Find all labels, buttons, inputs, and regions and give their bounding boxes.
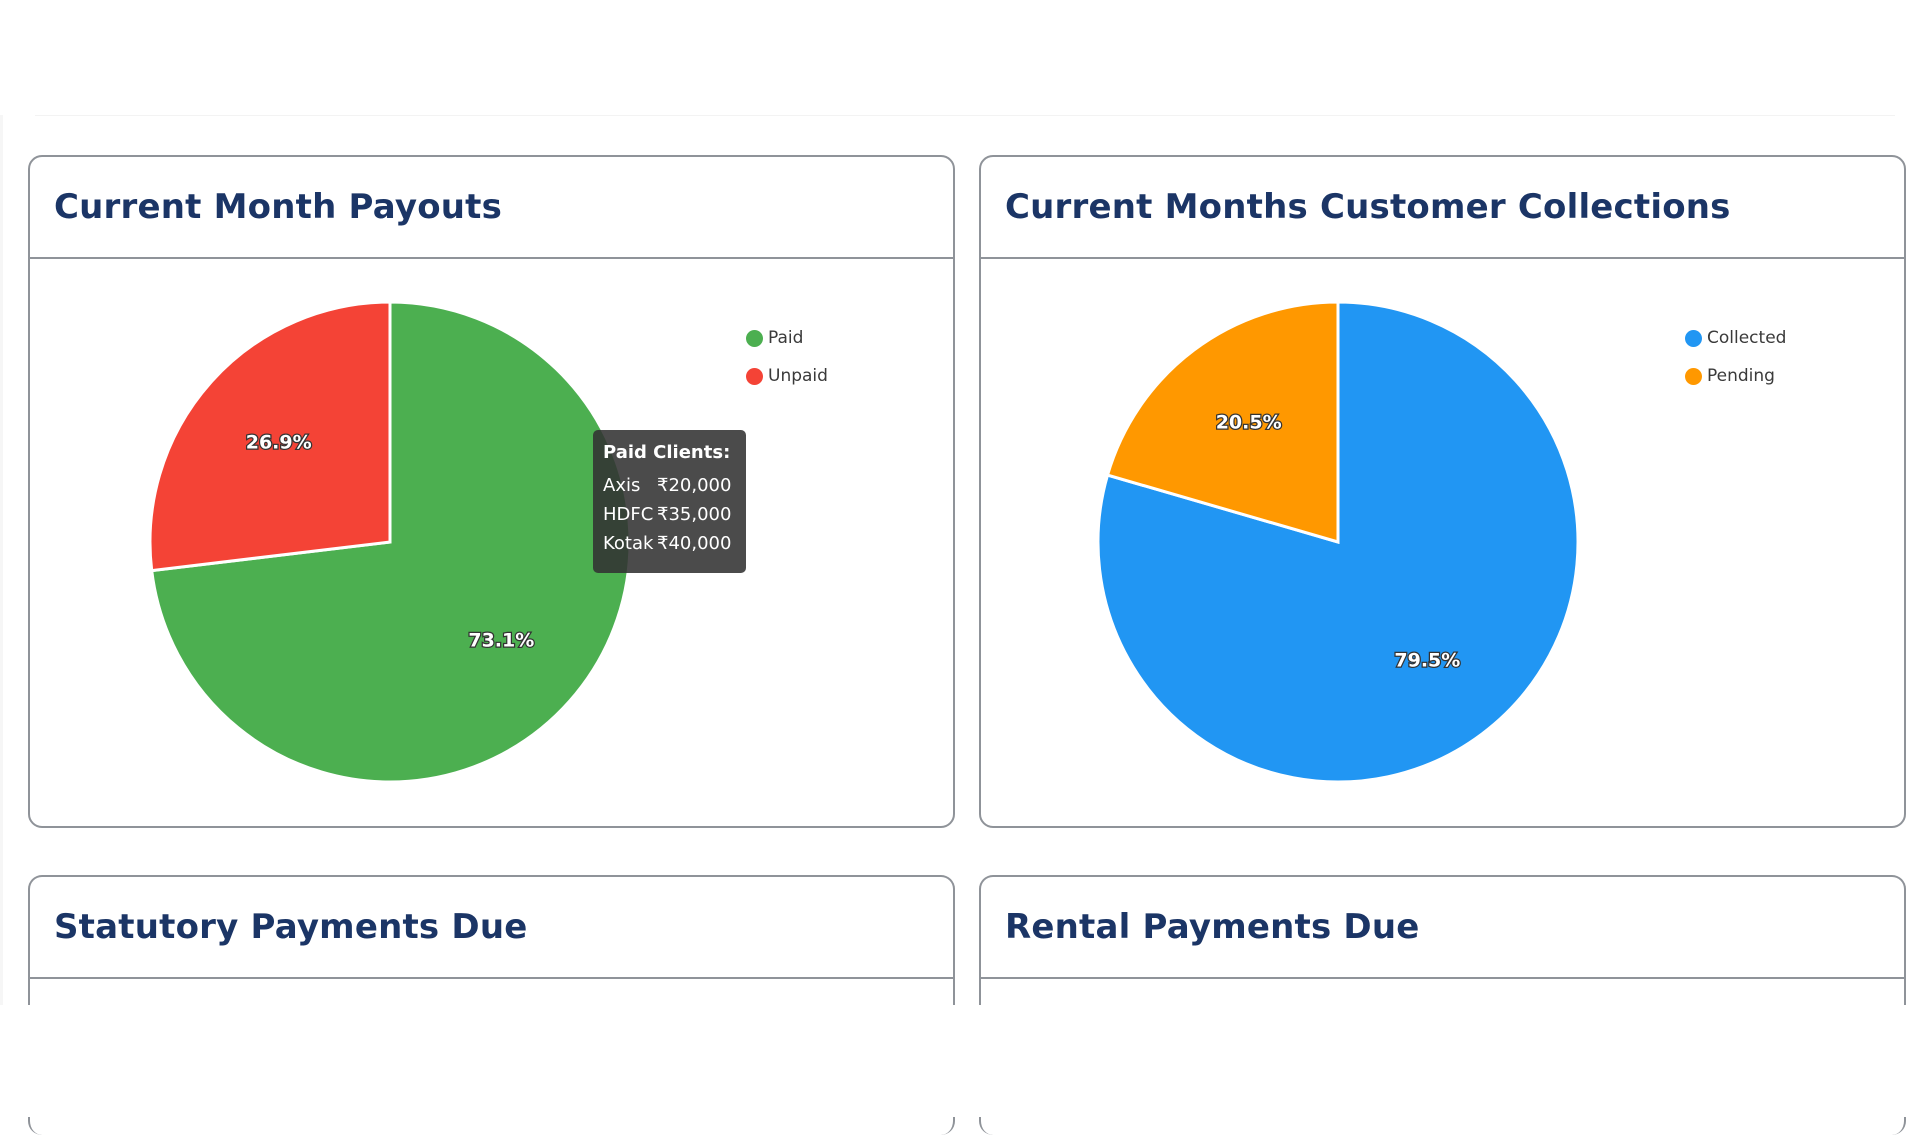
collections-chart-area: 79.5% 20.5% Collected Pending [981,259,1904,826]
pie-slice-label-pending: 20.5% [1216,412,1282,434]
pie-slice-label-unpaid: 26.9% [246,432,312,454]
paid-clients-tooltip: Paid Clients: Axis ₹20,000 HDFC ₹35,000 … [593,430,746,573]
pie-slice-label-collected: 79.5% [1394,649,1460,671]
payouts-card: Current Month Payouts 73.1% 26.9% Paid Unp… [28,155,955,828]
collections-card: Current Months Customer Collections 79.5… [979,155,1906,828]
page-bottom-whitespace [0,1005,1920,1117]
tooltip-row: Axis ₹20,000 [603,471,736,500]
tooltip-row: HDFC ₹35,000 [603,500,736,529]
top-divider [35,115,1895,116]
payouts-card-title: Current Month Payouts [54,187,503,227]
payouts-legend: Paid Unpaid [746,319,828,395]
legend-item-paid[interactable]: Paid [746,319,828,357]
legend-color-dot [1685,329,1702,347]
tooltip-client-name: Axis [603,475,641,496]
legend-label: Paid [768,328,804,348]
tooltip-client-value: ₹35,000 [657,504,732,525]
legend-label: Collected [1707,328,1787,348]
payouts-chart-area: 73.1% 26.9% Paid Unpaid Paid Clients: Axis… [30,259,953,826]
legend-color-dot [746,367,763,385]
pie-slice-label-paid: 73.1% [468,629,534,651]
left-edge [0,115,3,1005]
rental-card-title: Rental Payments Due [1005,907,1420,947]
legend-item-pending[interactable]: Pending [1685,357,1786,395]
legend-color-dot [1685,367,1702,385]
legend-label: Unpaid [768,366,828,386]
legend-item-collected[interactable]: Collected [1685,319,1786,357]
tooltip-row: Kotak ₹40,000 [603,529,736,558]
tooltip-client-name: HDFC [603,504,654,525]
collections-card-title: Current Months Customer Collections [1005,187,1731,227]
statutory-card-header: Statutory Payments Due [30,877,953,979]
rental-card-header: Rental Payments Due [981,877,1904,979]
legend-color-dot [746,329,763,347]
collections-card-header: Current Months Customer Collections [981,157,1904,259]
tooltip-title: Paid Clients: [603,442,731,463]
legend-label: Pending [1707,366,1775,386]
payouts-card-header: Current Month Payouts [30,157,953,259]
tooltip-client-value: ₹20,000 [657,475,732,496]
collections-legend: Collected Pending [1685,319,1786,395]
tooltip-client-name: Kotak [603,533,654,554]
legend-item-unpaid[interactable]: Unpaid [746,357,828,395]
tooltip-client-value: ₹40,000 [657,533,732,554]
statutory-card-title: Statutory Payments Due [54,907,528,947]
